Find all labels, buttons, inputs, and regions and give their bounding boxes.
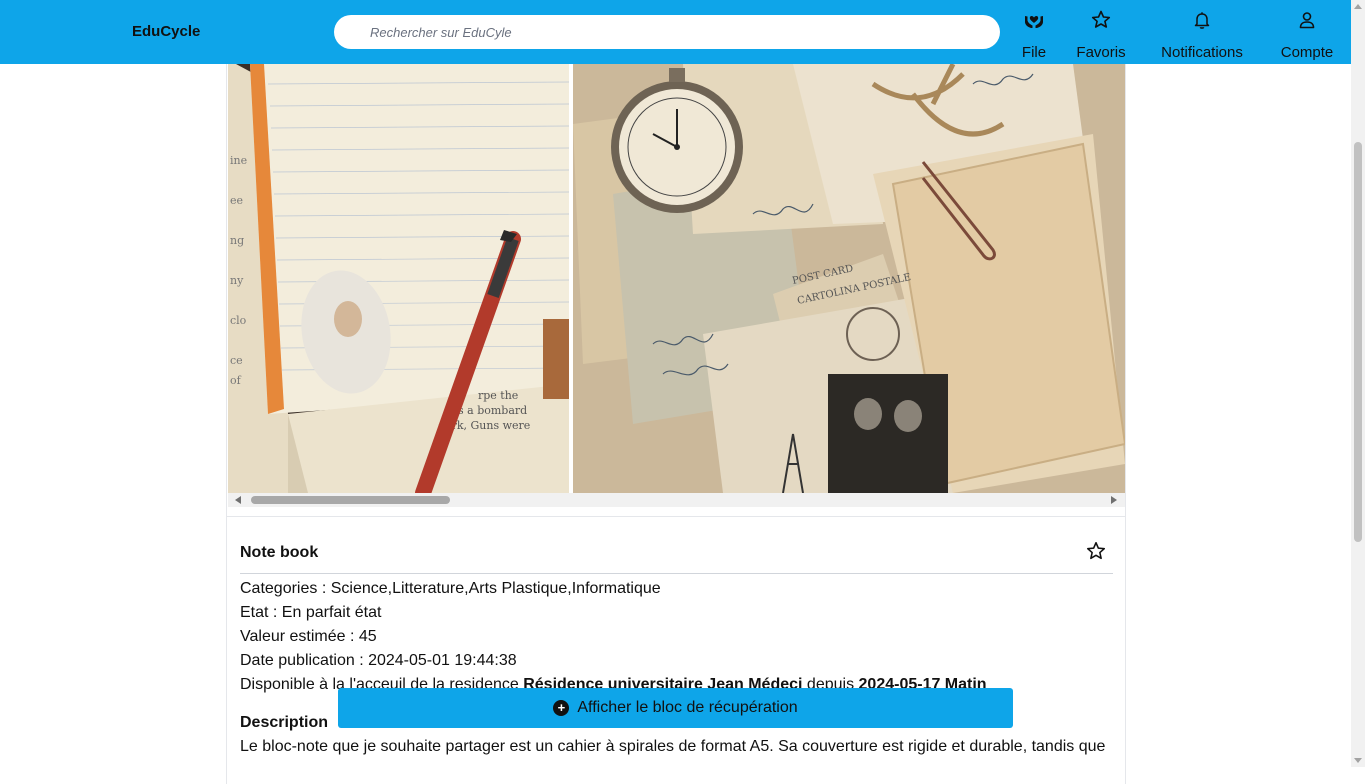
categories-value: Science,Litterature,Arts Plastique,Infor… — [330, 580, 661, 597]
svg-text:ee: ee — [230, 194, 243, 207]
date-value: 2024-05-01 19:44:38 — [368, 652, 517, 669]
page-scrollbar[interactable] — [1351, 0, 1365, 767]
etat-value: En parfait état — [281, 604, 382, 621]
date-label: Date publication : — [240, 652, 369, 669]
show-pickup-block-button[interactable]: + Afficher le bloc de récupération — [338, 688, 1013, 728]
add-favorite-star-icon[interactable] — [1085, 540, 1107, 562]
bell-icon — [1194, 12, 1210, 29]
nav-notifications-label: Notifications — [1161, 44, 1243, 61]
nav-compte[interactable]: Compte — [1277, 8, 1337, 62]
item-photo-notebook: ine ee ng ny clo ce of rpe the s a bomba… — [228, 64, 569, 493]
item-valeur: Valeur estimée : 45 — [240, 625, 1113, 649]
gallery-scroll-left-arrow[interactable] — [235, 496, 241, 504]
nav-favoris[interactable]: Favoris — [1076, 8, 1126, 62]
item-etat: Etat : En parfait état — [240, 601, 1113, 625]
page-scrollbar-thumb[interactable] — [1354, 142, 1362, 542]
nav-file[interactable]: File — [1019, 8, 1049, 62]
nav-favoris-label: Favoris — [1076, 44, 1126, 61]
svg-text:s a bombard: s a bombard — [458, 404, 527, 417]
search-input[interactable] — [334, 15, 1000, 49]
brand-logo[interactable]: EduCycle — [132, 23, 200, 40]
etat-label: Etat : — [240, 604, 282, 621]
svg-text:ng: ng — [230, 234, 244, 247]
svg-text:ny: ny — [230, 274, 244, 287]
image-gallery[interactable]: ine ee ng ny clo ce of rpe the s a bomba… — [228, 64, 1125, 493]
item-info: Categories : Science,Litterature,Arts Pl… — [240, 577, 1113, 697]
nav-notifications[interactable]: Notifications — [1156, 8, 1248, 62]
item-date: Date publication : 2024-05-01 19:44:38 — [240, 649, 1113, 673]
item-card: ine ee ng ny clo ce of rpe the s a bomba… — [226, 64, 1126, 784]
svg-text:of: of — [230, 374, 242, 387]
valeur-label: Valeur estimée : — [240, 628, 359, 645]
show-pickup-block-label: Afficher le bloc de récupération — [577, 699, 798, 716]
divider — [227, 516, 1125, 517]
svg-text:clo: clo — [230, 314, 247, 327]
user-icon — [1299, 12, 1315, 29]
top-navigation-bar: EduCycle File Favoris Notifications Comp… — [0, 0, 1351, 64]
gallery-scrollbar-thumb[interactable] — [251, 496, 450, 504]
nav-file-label: File — [1021, 44, 1047, 61]
categories-label: Categories : — [240, 580, 331, 597]
scroll-up-arrow[interactable] — [1354, 4, 1362, 9]
item-categories: Categories : Science,Litterature,Arts Pl… — [240, 577, 1113, 601]
gallery-scrollbar[interactable] — [228, 493, 1125, 507]
valeur-value: 45 — [358, 628, 377, 645]
hands-heart-icon — [1025, 15, 1043, 28]
plus-circle-icon: + — [553, 700, 570, 716]
svg-text:ine: ine — [230, 154, 247, 167]
item-title: Note book — [240, 544, 319, 561]
star-icon — [1091, 10, 1111, 28]
nav-compte-label: Compte — [1280, 44, 1334, 61]
item-photo-vintage-letters: POST CARD CARTOLINA POSTALE — [573, 64, 1125, 493]
description-text: Le bloc-note que je souhaite partager es… — [240, 738, 1106, 755]
gallery-scroll-right-arrow[interactable] — [1111, 496, 1117, 504]
svg-text:rpe the: rpe the — [478, 389, 518, 402]
item-title-row: Note book — [240, 532, 1113, 574]
scroll-down-arrow[interactable] — [1354, 758, 1362, 763]
svg-text:ce: ce — [230, 354, 243, 367]
